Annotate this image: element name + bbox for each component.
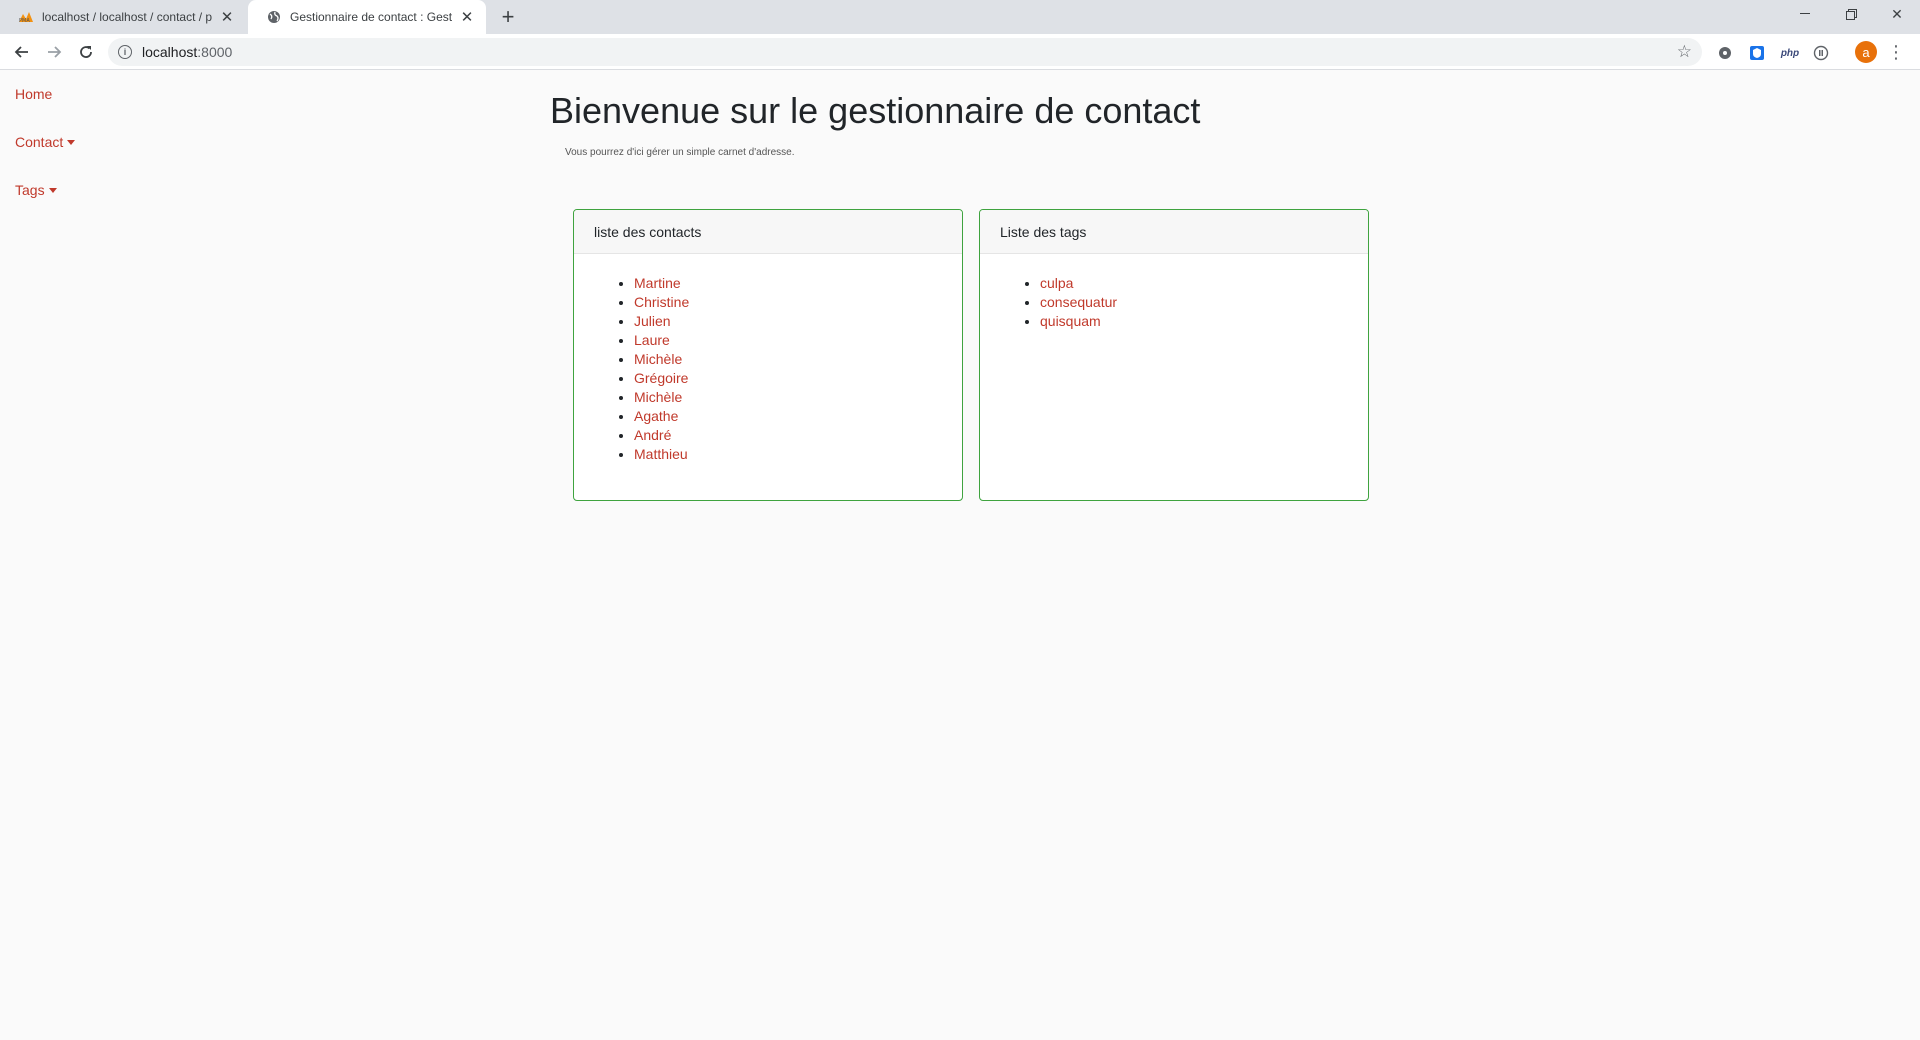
page-content: Home Contact Tags Bienvenue sur le gesti…: [0, 70, 1920, 1040]
forward-icon[interactable]: [40, 38, 68, 66]
extension-php-icon[interactable]: php: [1778, 44, 1802, 62]
contact-link[interactable]: André: [634, 427, 671, 443]
contact-link[interactable]: Michèle: [634, 389, 682, 405]
extension-vpn-icon[interactable]: [1748, 44, 1766, 62]
contact-link[interactable]: Matthieu: [634, 446, 688, 462]
tab-title: Gestionnaire de contact : Gestion: [290, 10, 452, 24]
address-url: localhost:8000: [142, 44, 232, 60]
contacts-card-header: liste des contacts: [574, 210, 962, 254]
list-item: Martine: [634, 274, 962, 293]
tag-link[interactable]: quisquam: [1040, 313, 1101, 329]
tab-close-icon[interactable]: ✕: [458, 8, 476, 26]
browser-tab-gestionnaire[interactable]: Gestionnaire de contact : Gestion ✕: [248, 0, 486, 34]
globe-icon: [266, 9, 282, 25]
list-item: quisquam: [1040, 312, 1368, 331]
nav-contact-dropdown[interactable]: Contact: [15, 134, 76, 150]
list-item: Agathe: [634, 407, 962, 426]
list-item: Michèle: [634, 388, 962, 407]
browser-toolbar: i localhost:8000 ☆ php a ⋮: [0, 34, 1920, 70]
restore-icon[interactable]: [1828, 0, 1874, 28]
tag-link[interactable]: culpa: [1040, 275, 1073, 291]
minimize-icon[interactable]: [1782, 0, 1828, 28]
svg-text:PMA: PMA: [19, 18, 30, 23]
nav-label: Home: [15, 86, 53, 102]
tag-link[interactable]: consequatur: [1040, 294, 1117, 310]
contacts-list: Martine Christine Julien Laure Michèle G…: [574, 274, 962, 464]
extension-shield-icon[interactable]: [1716, 44, 1734, 62]
caret-down-icon: [67, 139, 76, 145]
phpmyadmin-icon: PMA: [18, 9, 34, 25]
list-item: Matthieu: [634, 445, 962, 464]
contact-link[interactable]: Michèle: [634, 351, 682, 367]
list-item: Laure: [634, 331, 962, 350]
nav-home-link[interactable]: Home: [15, 86, 52, 102]
list-item: consequatur: [1040, 293, 1368, 312]
bookmark-star-icon[interactable]: ☆: [1677, 42, 1692, 62]
browser-tab-phpmyadmin[interactable]: PMA localhost / localhost / contact / p …: [0, 0, 246, 34]
caret-down-icon: [48, 187, 57, 193]
tab-close-icon[interactable]: ✕: [218, 8, 236, 26]
contact-link[interactable]: Agathe: [634, 408, 678, 424]
contact-link[interactable]: Martine: [634, 275, 681, 291]
reload-icon[interactable]: [72, 38, 100, 66]
tags-card: Liste des tags culpa consequatur quisqua…: [979, 209, 1369, 501]
new-tab-button[interactable]: +: [494, 4, 522, 29]
tags-list: culpa consequatur quisquam: [980, 274, 1368, 331]
profile-avatar[interactable]: a: [1855, 41, 1877, 63]
address-bar[interactable]: i localhost:8000 ☆: [108, 38, 1702, 66]
list-item: Julien: [634, 312, 962, 331]
tab-title: localhost / localhost / contact / p: [42, 10, 212, 24]
tags-card-header: Liste des tags: [980, 210, 1368, 254]
list-item: Grégoire: [634, 369, 962, 388]
page-title: Bienvenue sur le gestionnaire de contact: [550, 90, 1201, 131]
list-item: André: [634, 426, 962, 445]
menu-dots-icon[interactable]: ⋮: [1887, 42, 1905, 62]
list-item: Michèle: [634, 350, 962, 369]
page-subtitle: Vous pourrez d'ici gérer un simple carne…: [565, 147, 795, 158]
extension-circle-icon[interactable]: [1812, 44, 1830, 62]
contact-link[interactable]: Laure: [634, 332, 670, 348]
nav-tags-dropdown[interactable]: Tags: [15, 182, 57, 198]
list-item: Christine: [634, 293, 962, 312]
url-host: localhost: [142, 44, 198, 60]
contacts-card: liste des contacts Martine Christine Jul…: [573, 209, 963, 501]
site-info-icon[interactable]: i: [118, 45, 132, 59]
contact-link[interactable]: Grégoire: [634, 370, 688, 386]
close-window-icon[interactable]: ✕: [1874, 0, 1920, 28]
nav-label: Tags: [15, 182, 45, 198]
browser-tabstrip: PMA localhost / localhost / contact / p …: [0, 0, 1920, 34]
list-item: culpa: [1040, 274, 1368, 293]
contact-link[interactable]: Julien: [634, 313, 671, 329]
contact-link[interactable]: Christine: [634, 294, 689, 310]
nav-label: Contact: [15, 134, 64, 150]
url-port: :8000: [197, 44, 233, 60]
back-icon[interactable]: [8, 38, 36, 66]
